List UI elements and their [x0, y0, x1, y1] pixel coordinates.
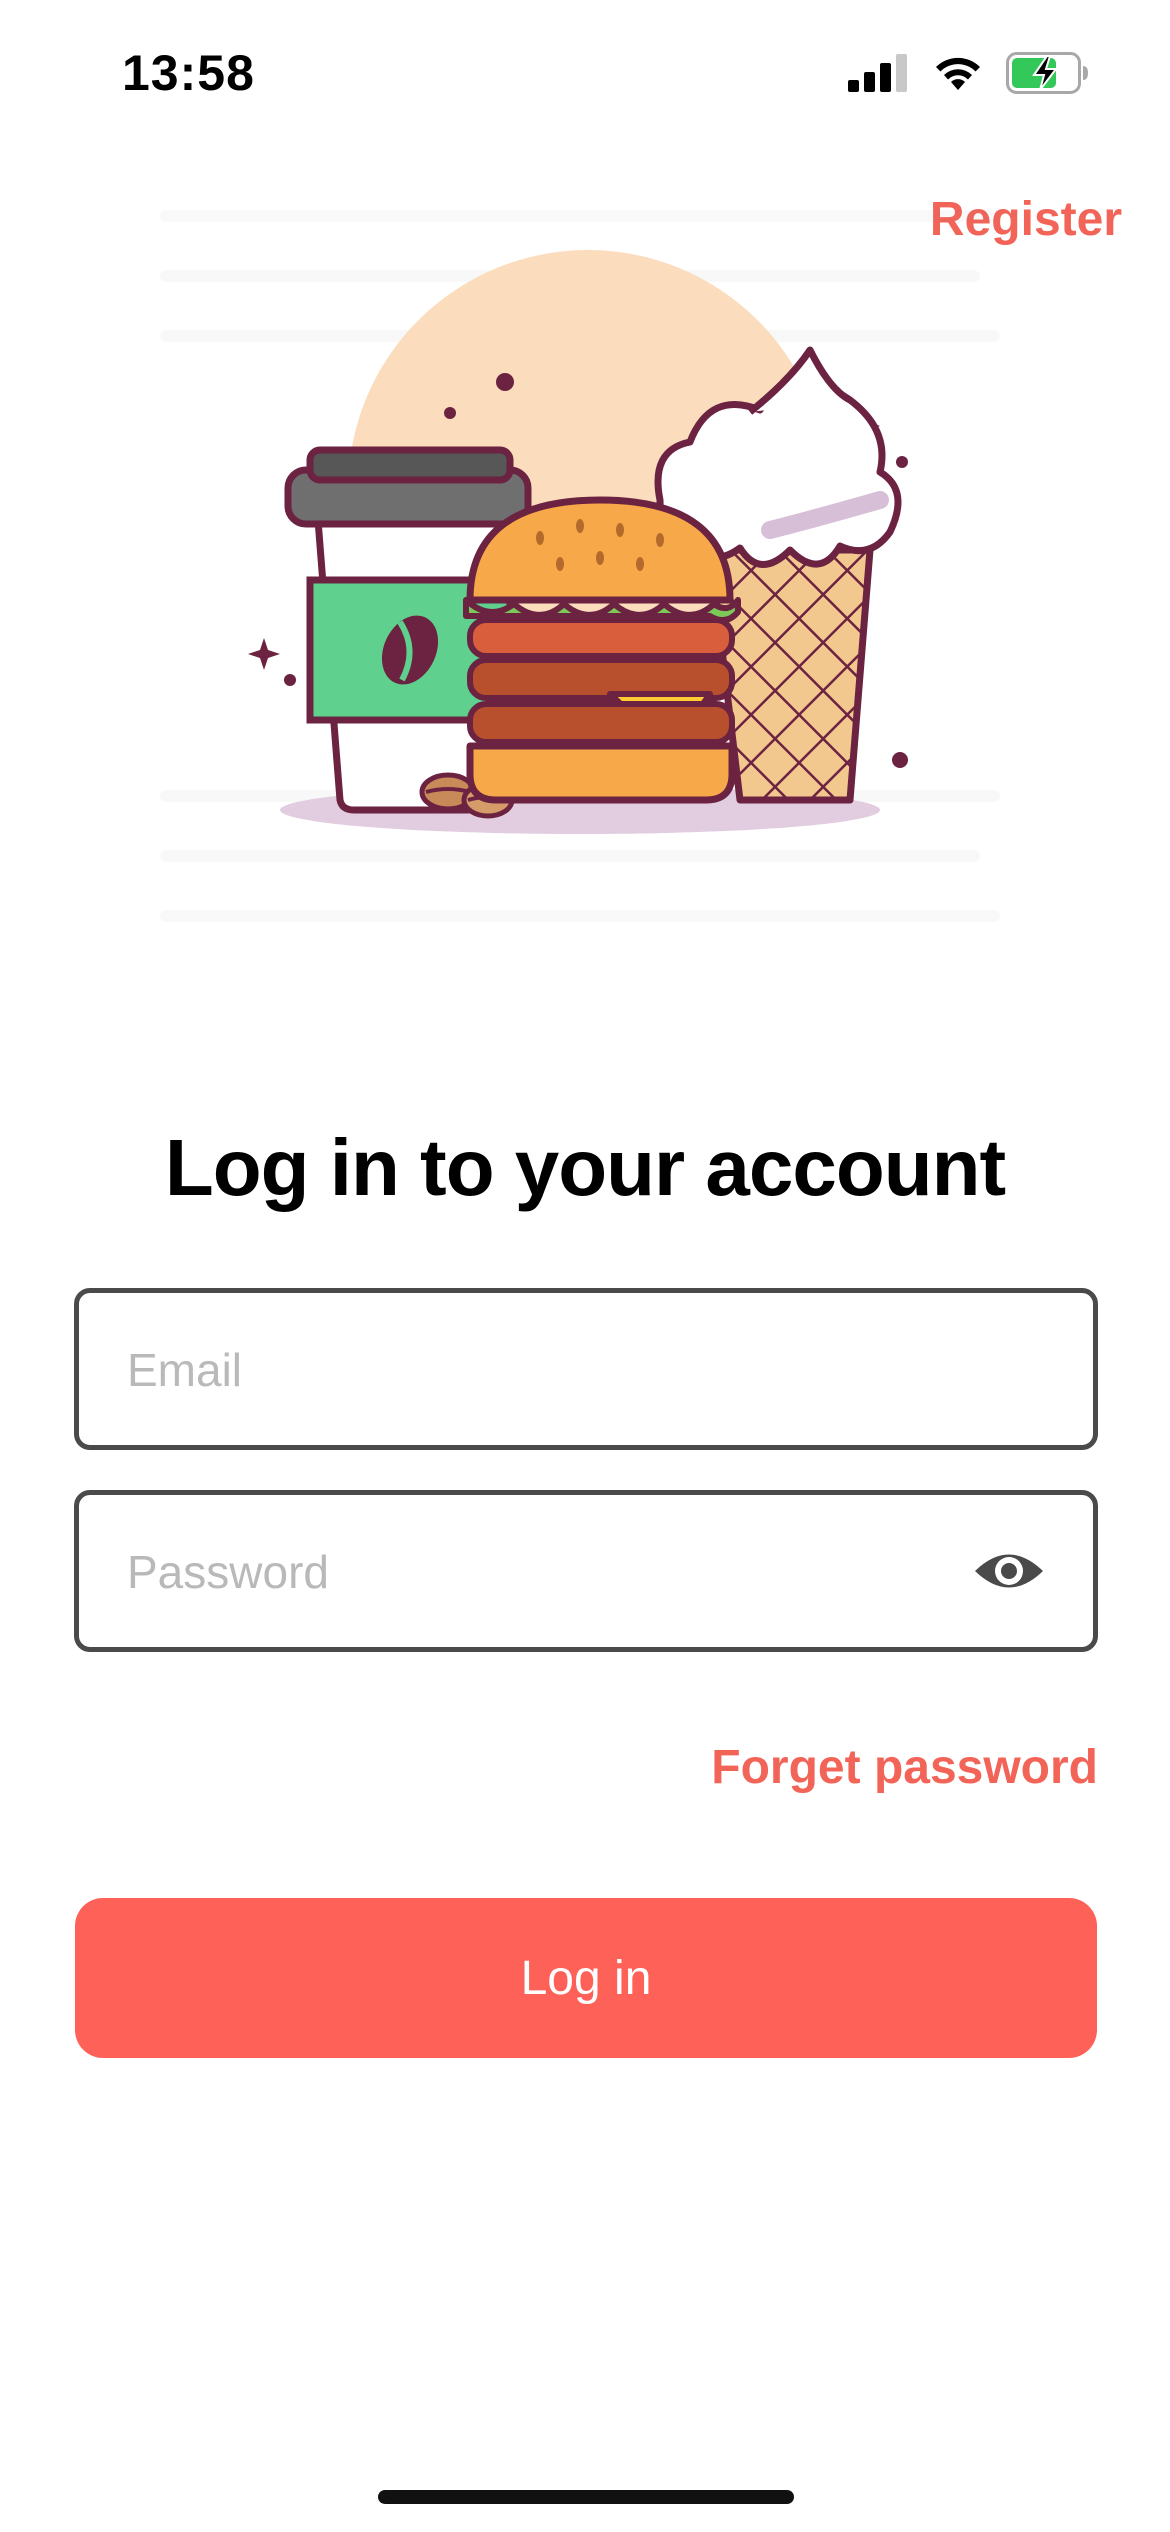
password-field[interactable]	[74, 1490, 1098, 1652]
login-button[interactable]: Log in	[75, 1898, 1097, 2058]
email-field[interactable]	[74, 1288, 1098, 1450]
email-input[interactable]	[125, 1293, 989, 1447]
login-button-label: Log in	[520, 1951, 652, 2005]
status-bar: 13:58	[0, 0, 1170, 150]
battery-charging-icon	[1006, 52, 1088, 94]
page-title: Log in to your account	[164, 1123, 1006, 1212]
login-screen: 13:58 Register Log in to your account Em…	[0, 0, 1170, 2532]
wifi-icon	[936, 57, 980, 90]
food-illustration	[150, 160, 1010, 1000]
forget-password-link[interactable]: Forget password	[711, 1740, 1098, 1795]
food-illustration-graphic	[160, 210, 1000, 922]
eye-icon[interactable]	[973, 1546, 1045, 1596]
status-time: 13:58	[122, 45, 255, 101]
signal-icon	[848, 54, 907, 92]
password-input[interactable]	[125, 1495, 989, 1649]
home-indicator[interactable]	[378, 2490, 794, 2504]
status-icons	[848, 52, 1090, 94]
